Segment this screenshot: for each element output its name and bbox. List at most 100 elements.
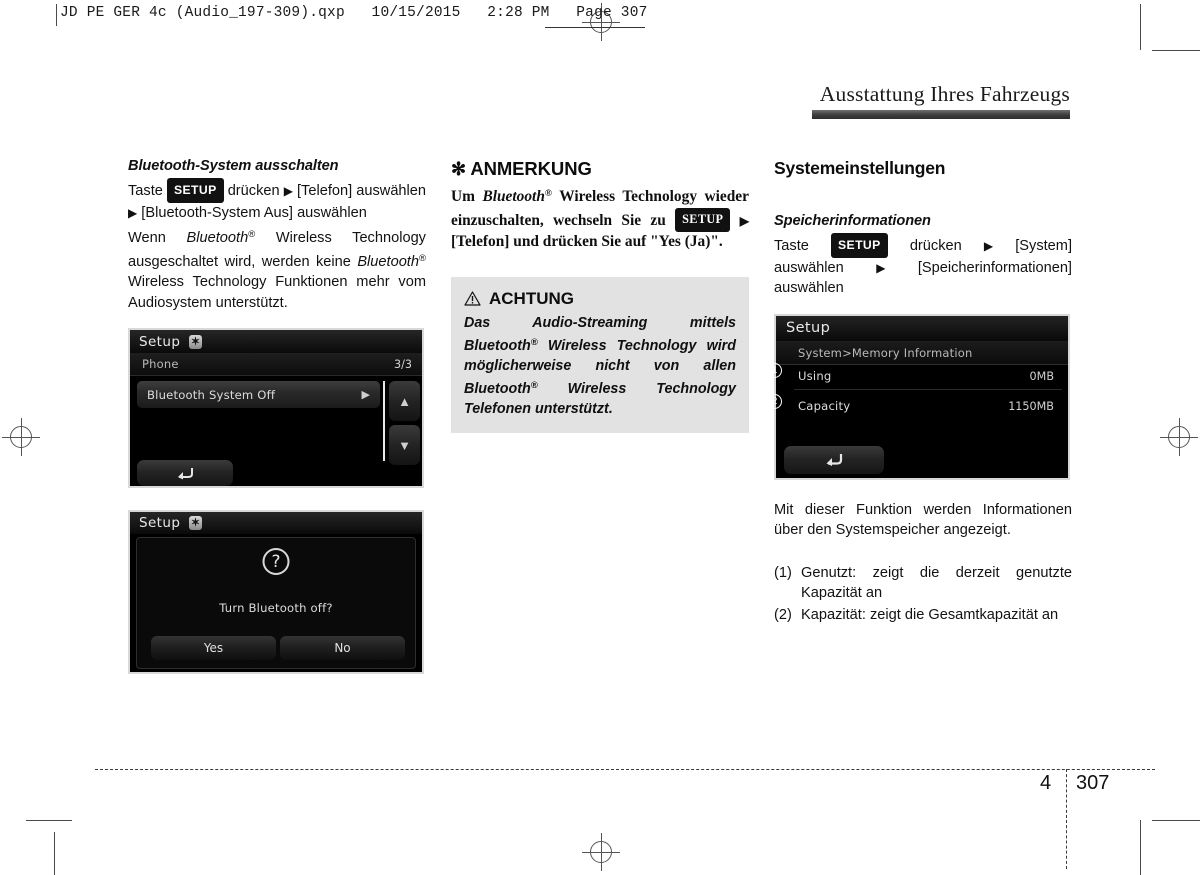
left-column: Bluetooth-System ausschalten Taste SETUP… bbox=[128, 158, 426, 674]
device-page-indicator: 3/3 bbox=[393, 358, 412, 371]
registered-mark-5: ® bbox=[530, 380, 538, 391]
caution-line-1: Das Audio-Streaming mittels bbox=[464, 314, 736, 331]
scroll-up-icon: ▲ bbox=[398, 393, 411, 409]
confirm-dialog: ? Turn Bluetooth off? Yes No bbox=[136, 537, 416, 669]
left-paragraph: Wenn Bluetooth® Wireless Technology ausg… bbox=[128, 225, 426, 313]
item-number-1: (1) bbox=[774, 564, 792, 581]
crop-mark-top-right-v bbox=[1140, 4, 1142, 50]
left-select-1: auswählen bbox=[356, 183, 427, 199]
dialog-yes-button[interactable]: Yes bbox=[151, 636, 276, 660]
notice-title-text: ANMERKUNG bbox=[470, 158, 592, 179]
registration-mark-right bbox=[1160, 418, 1198, 456]
right-select-1: auswählen bbox=[774, 259, 844, 276]
scroll-down-button[interactable]: ▼ bbox=[389, 425, 420, 465]
left-bracket-2: [Bluetooth-System Aus] bbox=[141, 204, 293, 221]
no-label: No bbox=[334, 641, 351, 655]
left-step-post: drücken bbox=[227, 183, 280, 199]
bluetooth-icon-2: ✶ bbox=[189, 516, 202, 530]
arrow-right-icon-4: ▶ bbox=[983, 239, 994, 253]
right-steps: Taste SETUP drücken ▶ [System] auswählen… bbox=[774, 233, 1072, 299]
device-breadcrumb: System>Memory Information bbox=[798, 345, 973, 360]
running-head-title: Ausstattung Ihres Fahrzeugs bbox=[819, 82, 1070, 106]
dialog-message: Turn Bluetooth off? bbox=[219, 601, 333, 615]
arrow-right-icon-2: ▶ bbox=[128, 205, 138, 220]
back-button-2[interactable] bbox=[784, 445, 884, 474]
footer-vertical-divider bbox=[1066, 769, 1067, 869]
item-text-2: Kapazität: zeigt die Gesamtkapazität an bbox=[801, 606, 1059, 623]
list-item: (2) Kapazität: zeigt die Gesamtkapazität… bbox=[774, 605, 1072, 626]
right-bracket-2: [Speicherinformationen] bbox=[917, 259, 1072, 276]
item-number-2: (2) bbox=[774, 606, 792, 623]
right-section-title: Systemeinstellungen bbox=[774, 158, 946, 178]
left-heading: Bluetooth-System ausschalten bbox=[128, 158, 339, 174]
left-para-mid2: Wireless Technology Funktionen mehr vom … bbox=[128, 274, 426, 311]
left-step-pre: Taste bbox=[128, 183, 163, 199]
list-item-bluetooth-system-off[interactable]: Bluetooth System Off ▶ bbox=[137, 381, 380, 408]
memory-row-2-value: 1150MB bbox=[1008, 399, 1054, 413]
arrow-right-icon-3: ▶ bbox=[739, 213, 749, 228]
back-arrow-icon-2 bbox=[826, 454, 843, 466]
arrow-right-icon-5: ▶ bbox=[876, 260, 886, 275]
bluetooth-word-1: Bluetooth bbox=[186, 230, 249, 246]
yes-label: Yes bbox=[203, 641, 224, 655]
caution-title: ACHTUNG bbox=[464, 289, 736, 309]
right-column: Systemeinstellungen Speicherinformatione… bbox=[767, 158, 1072, 626]
registered-mark-4: ® bbox=[530, 337, 538, 348]
list-item-label: Bluetooth System Off bbox=[147, 387, 276, 402]
left-bracket-1: [Telefon] bbox=[297, 183, 353, 199]
crop-mark-top-right-h bbox=[1152, 50, 1200, 52]
callout-marker-2: 2 bbox=[767, 393, 782, 409]
screenshot-memory-information-wrap: Setup System>Memory Information Using 0M… bbox=[767, 313, 1072, 480]
setup-badge-notice[interactable]: SETUP bbox=[675, 207, 731, 232]
footer-divider bbox=[95, 769, 1155, 770]
callout-2-text: 2 bbox=[771, 395, 778, 407]
list-item: (1) Genutzt: zeigt die derzeit genutzte … bbox=[774, 563, 1072, 604]
screenshot-memory-information: Setup System>Memory Information Using 0M… bbox=[774, 313, 1070, 480]
caution-title-text: ACHTUNG bbox=[489, 288, 574, 308]
device-title-1: Setup bbox=[139, 334, 181, 350]
notice-pre: Um bbox=[451, 188, 475, 205]
crop-mark-bottom-right-h bbox=[1152, 820, 1200, 822]
registered-mark-3: ® bbox=[544, 189, 552, 199]
crop-mark-bottom-right-v bbox=[1140, 820, 1142, 875]
screenshot-bluetooth-system-off: Setup ✶ Phone 3/3 Bluetooth System Off ▶… bbox=[128, 328, 424, 488]
arrow-right-icon: ▶ bbox=[283, 184, 293, 198]
registered-mark-1: ® bbox=[248, 229, 256, 240]
scroll-up-button[interactable]: ▲ bbox=[389, 381, 420, 421]
right-description: Mit dieser Funktion werden Informationen… bbox=[774, 501, 1072, 539]
bluetooth-word-5: Bluetooth bbox=[464, 381, 531, 397]
registration-mark-left bbox=[2, 418, 40, 456]
back-arrow-icon bbox=[178, 468, 193, 480]
notice-body-2: [Telefon] und drücken Sie auf "Yes (Ja)"… bbox=[451, 233, 723, 250]
chapter-number: 4 bbox=[1040, 772, 1052, 794]
back-button-1[interactable] bbox=[137, 460, 233, 486]
setup-badge[interactable]: SETUP bbox=[166, 178, 224, 203]
chevron-right-icon: ▶ bbox=[361, 389, 370, 401]
crop-mark-bottom-left-v bbox=[54, 832, 56, 875]
item-text-1: Genutzt: zeigt die derzeit genutzte Kapa… bbox=[801, 564, 1072, 602]
device-title-3: Setup bbox=[786, 319, 831, 336]
running-head-bar bbox=[812, 110, 1070, 119]
asterisk-icon: ✻ bbox=[451, 159, 466, 179]
scroll-down-icon: ▼ bbox=[398, 437, 411, 453]
right-select-2: auswählen bbox=[774, 280, 844, 296]
device-subtitle-phone: Phone bbox=[142, 357, 179, 371]
screenshot-turn-bluetooth-off-dialog: Setup ✶ ? Turn Bluetooth off? Yes No bbox=[128, 510, 424, 674]
caution-body: Das Audio-Streaming mittels Bluetooth® W… bbox=[464, 314, 736, 420]
right-step-post: drücken bbox=[909, 238, 962, 254]
header-underline bbox=[545, 27, 645, 28]
left-select-2: auswählen bbox=[297, 204, 367, 221]
left-para-pre: Wenn bbox=[128, 230, 166, 246]
registration-mark-bottom bbox=[582, 833, 620, 871]
question-icon: ? bbox=[262, 548, 290, 575]
crop-mark-top-left-v bbox=[56, 4, 57, 26]
notice-body: Um Bluetooth® Wireless Technology wieder… bbox=[451, 184, 749, 253]
memory-row-2-label: Capacity bbox=[798, 398, 851, 413]
memory-row-1-label: Using bbox=[798, 368, 832, 383]
question-glyph: ? bbox=[271, 551, 281, 572]
callout-marker-1: 1 bbox=[767, 362, 782, 378]
setup-badge-right[interactable]: SETUP bbox=[831, 233, 888, 258]
dialog-no-button[interactable]: No bbox=[280, 636, 405, 660]
manual-page: JD PE GER 4c (Audio_197-309).qxp 10/15/2… bbox=[0, 0, 1200, 875]
bluetooth-word-2: Bluetooth bbox=[357, 253, 419, 270]
